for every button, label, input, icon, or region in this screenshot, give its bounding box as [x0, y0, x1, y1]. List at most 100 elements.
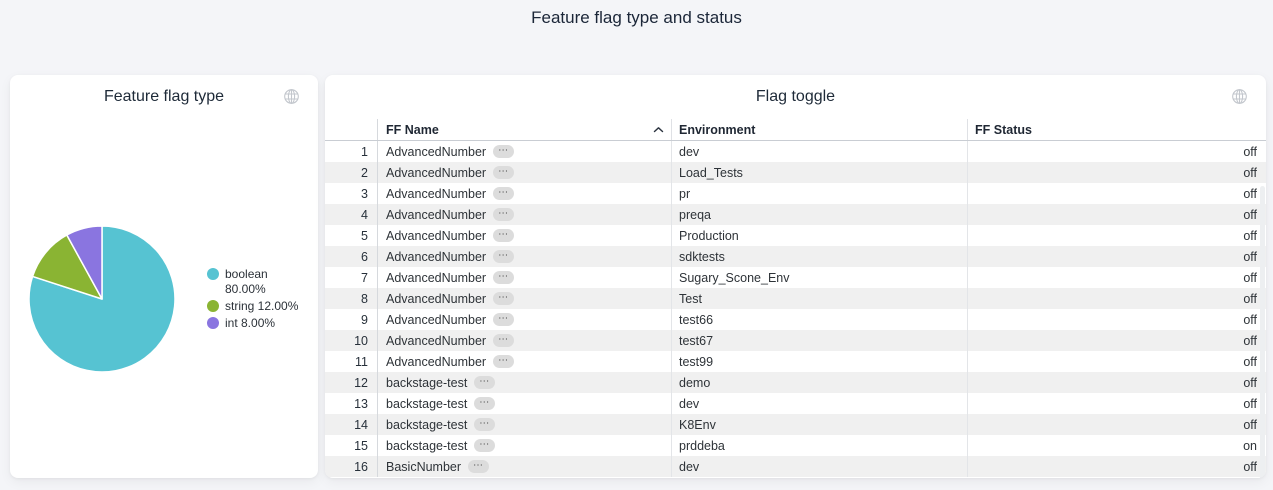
ff-status-header-label: FF Status [975, 123, 1032, 137]
cell-ff-status: off [968, 351, 1266, 372]
cell-ff-name: AdvancedNumber ⋯ [378, 183, 672, 204]
cell-ff-name: AdvancedNumber⋯ [378, 267, 672, 288]
cell-environment: prddeba [672, 435, 968, 456]
flag-toggle-panel: Flag toggle FF Name Environment [325, 75, 1266, 478]
flag-toggle-table: FF Name Environment FF Status 1 AdvancedN… [325, 119, 1266, 478]
ellipsis-badge-icon[interactable]: ⋯ [493, 145, 514, 158]
cell-environment: test66 [672, 309, 968, 330]
ellipsis-badge-icon[interactable]: ⋯ [474, 418, 495, 431]
legend-color-dot [207, 268, 219, 280]
legend-label: int 8.00% [225, 316, 275, 331]
cell-environment: test99 [672, 351, 968, 372]
table-row: 1 AdvancedNumber ⋯ devoff [325, 141, 1266, 162]
cell-ff-name: AdvancedNumber⋯ [378, 225, 672, 246]
cell-environment: Load_Tests [672, 162, 968, 183]
cell-ff-status: off [968, 330, 1266, 351]
ellipsis-badge-icon[interactable]: ⋯ [474, 439, 495, 452]
ellipsis-badge-icon[interactable]: ⋯ [493, 334, 514, 347]
table-body: 1AdvancedNumber⋯devoff2AdvancedNumber⋯Lo… [325, 141, 1266, 477]
sort-ascending-icon[interactable] [653, 126, 664, 134]
cell-ff-status: off [968, 141, 1266, 162]
cell-environment: demo [672, 372, 968, 393]
cell-row-number: 4 [325, 204, 378, 225]
ff-name-text: AdvancedNumber [386, 187, 486, 201]
cell-row-number: 13 [325, 393, 378, 414]
table-row: 14backstage-test⋯K8Envoff [325, 414, 1266, 435]
cell-ff-status: on [968, 435, 1266, 456]
legend-item-boolean[interactable]: boolean 80.00% [207, 267, 298, 297]
table-row: 15 backstage-test ⋯ prddebaon [325, 435, 1266, 456]
ellipsis-badge-icon[interactable]: ⋯ [474, 376, 495, 389]
ff-name-text: AdvancedNumber [386, 166, 486, 180]
cell-ff-status: off [968, 414, 1266, 435]
cell-ff-name: AdvancedNumber ⋯ [378, 246, 672, 267]
cell-environment: dev [672, 141, 968, 162]
table-row: 13backstage-test⋯devoff [325, 393, 1266, 414]
cell-ff-name: backstage-test ⋯ [378, 435, 672, 456]
globe-icon[interactable] [1231, 88, 1248, 105]
column-header-environment[interactable]: Environment [672, 119, 968, 140]
ff-name-text: AdvancedNumber [386, 145, 486, 159]
cell-row-number: 10 [325, 330, 378, 351]
column-header-ff-name[interactable]: FF Name [378, 119, 672, 140]
ellipsis-badge-icon[interactable]: ⋯ [468, 460, 489, 473]
ff-name-text: AdvancedNumber [386, 292, 486, 306]
legend-color-dot [207, 300, 219, 312]
cell-row-number: 5 [325, 225, 378, 246]
cell-row-number: 8 [325, 288, 378, 309]
column-header-ff-status[interactable]: FF Status [968, 119, 1266, 140]
dashboard-title: Feature flag type and status [0, 8, 1273, 28]
cell-environment: dev [672, 393, 968, 414]
cell-environment: Sugary_Scone_Env [672, 267, 968, 288]
ff-name-text: AdvancedNumber [386, 250, 486, 264]
table-scrollbar[interactable] [1260, 186, 1265, 478]
table-row: 16BasicNumber⋯devoff [325, 456, 1266, 477]
cell-ff-name: BasicNumber⋯ [378, 456, 672, 477]
cell-ff-name: AdvancedNumber ⋯ [378, 141, 672, 162]
cell-row-number: 2 [325, 162, 378, 183]
cell-row-number: 1 [325, 141, 378, 162]
ellipsis-badge-icon[interactable]: ⋯ [493, 313, 514, 326]
cell-environment: dev [672, 456, 968, 477]
cell-row-number: 7 [325, 267, 378, 288]
ellipsis-badge-icon[interactable]: ⋯ [493, 292, 514, 305]
table-header-row: FF Name Environment FF Status [325, 119, 1266, 141]
pie-legend: boolean 80.00% string 12.00% int 8.00% [207, 267, 298, 333]
ellipsis-badge-icon[interactable]: ⋯ [474, 397, 495, 410]
cell-ff-name: AdvancedNumber ⋯ [378, 288, 672, 309]
ellipsis-badge-icon[interactable]: ⋯ [493, 208, 514, 221]
legend-label: string 12.00% [225, 299, 298, 314]
legend-item-string[interactable]: string 12.00% [207, 299, 298, 314]
pie-chart [10, 75, 318, 434]
cell-ff-name: AdvancedNumber ⋯ [378, 330, 672, 351]
ff-name-text: backstage-test [386, 439, 467, 453]
table-row: 2AdvancedNumber⋯Load_Testsoff [325, 162, 1266, 183]
ellipsis-badge-icon[interactable]: ⋯ [493, 355, 514, 368]
ellipsis-badge-icon[interactable]: ⋯ [493, 229, 514, 242]
cell-ff-name: backstage-test ⋯ [378, 372, 672, 393]
table-row: 8AdvancedNumber⋯Testoff [325, 288, 1266, 309]
ff-name-text: backstage-test [386, 418, 467, 432]
ellipsis-badge-icon[interactable]: ⋯ [493, 271, 514, 284]
cell-row-number: 14 [325, 414, 378, 435]
ff-name-text: AdvancedNumber [386, 334, 486, 348]
cell-ff-status: off [968, 225, 1266, 246]
ff-name-text: backstage-test [386, 376, 467, 390]
table-panel-title[interactable]: Flag toggle [325, 75, 1266, 119]
cell-ff-name: AdvancedNumber⋯ [378, 204, 672, 225]
ellipsis-badge-icon[interactable]: ⋯ [493, 250, 514, 263]
cell-ff-status: off [968, 183, 1266, 204]
cell-environment: Production [672, 225, 968, 246]
cell-ff-status: off [968, 309, 1266, 330]
cell-row-number: 11 [325, 351, 378, 372]
cell-ff-name: AdvancedNumber⋯ [378, 309, 672, 330]
feature-flag-type-panel: Feature flag type boolean 80.00%string 1… [10, 75, 318, 478]
ellipsis-badge-icon[interactable]: ⋯ [493, 187, 514, 200]
cell-environment: test67 [672, 330, 968, 351]
cell-ff-status: off [968, 456, 1266, 477]
ellipsis-badge-icon[interactable]: ⋯ [493, 166, 514, 179]
legend-item-int[interactable]: int 8.00% [207, 316, 298, 331]
cell-row-number: 6 [325, 246, 378, 267]
cell-row-number: 15 [325, 435, 378, 456]
cell-row-number: 3 [325, 183, 378, 204]
